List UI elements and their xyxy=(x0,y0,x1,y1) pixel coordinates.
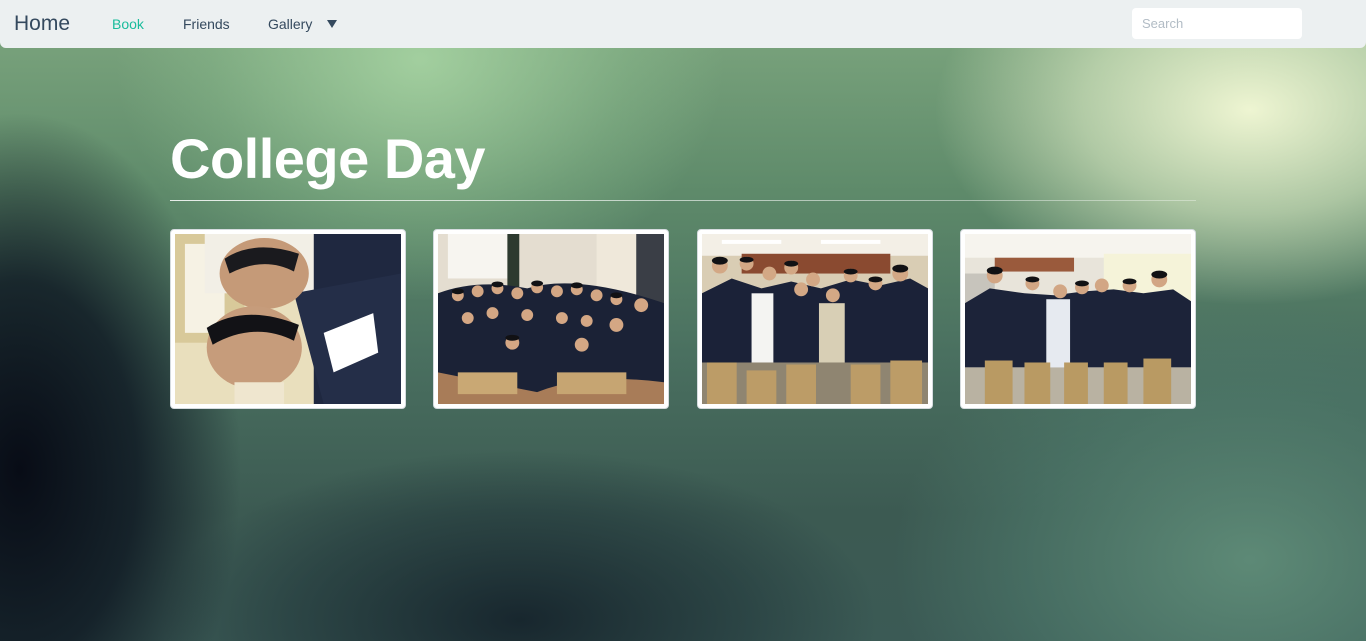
gallery-thumbnail-2[interactable] xyxy=(433,229,669,409)
nav-item-gallery[interactable]: Gallery xyxy=(268,16,312,33)
search-input[interactable] xyxy=(1132,8,1302,39)
photo-image xyxy=(965,234,1191,404)
nav-item-book[interactable]: Book xyxy=(112,16,144,33)
photo-image xyxy=(175,234,401,404)
chevron-down-icon[interactable] xyxy=(327,20,337,28)
gallery-thumbnail-1[interactable] xyxy=(170,229,406,409)
nav-item-friends[interactable]: Friends xyxy=(183,16,230,33)
top-navbar: Home Book Friends Gallery xyxy=(0,0,1366,48)
gallery-thumbnail-4[interactable] xyxy=(960,229,1196,409)
gallery-thumbnail-3[interactable] xyxy=(697,229,933,409)
photo-image xyxy=(438,234,664,404)
photo-image xyxy=(702,234,928,404)
page-title: College Day xyxy=(170,127,486,190)
title-divider xyxy=(170,200,1196,201)
brand-home-link[interactable]: Home xyxy=(14,11,70,37)
